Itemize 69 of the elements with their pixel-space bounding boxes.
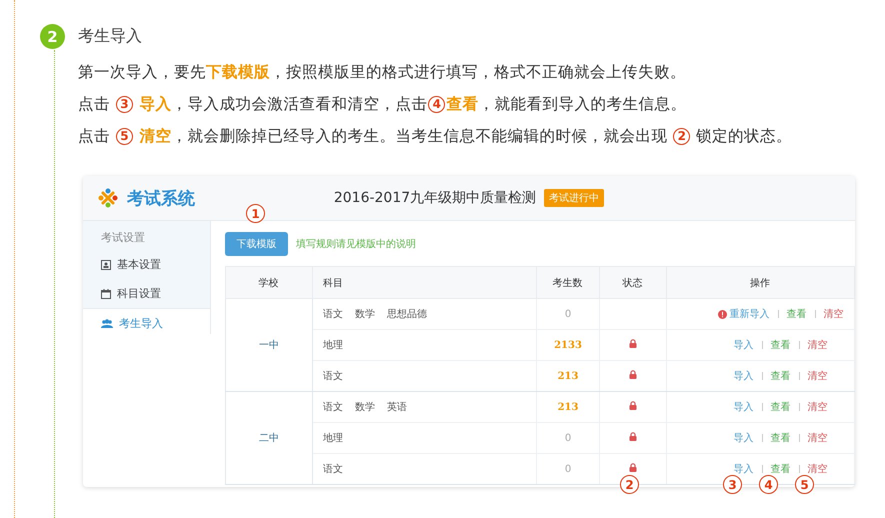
lock-icon — [629, 401, 637, 410]
view-link[interactable]: 查看 — [770, 400, 790, 414]
import-link[interactable]: 导入 — [734, 369, 754, 383]
clear-link[interactable]: 清空 — [808, 462, 828, 476]
clear-link[interactable]: 清空 — [808, 338, 828, 352]
sidebar-item[interactable]: 考生导入 — [83, 308, 210, 338]
column-header: 学校 — [226, 266, 312, 298]
subject-text: 语文 — [323, 309, 343, 320]
school-cell: 一中 — [226, 298, 312, 392]
student-count: 213 — [558, 402, 578, 412]
brand-name: 考试系统 — [127, 188, 195, 210]
sidebar-item[interactable]: 基本设置 — [83, 250, 210, 279]
subject-text: 数学 — [355, 309, 375, 320]
column-header: 科目 — [312, 266, 536, 298]
column-header: 考生数 — [536, 266, 600, 298]
clear-link[interactable]: 清空 — [808, 431, 828, 445]
subject-text: 语文 — [323, 371, 343, 382]
calendar-icon — [101, 288, 111, 298]
student-count: 213 — [558, 370, 578, 382]
lock-icon — [629, 370, 637, 379]
id-card-icon — [101, 260, 111, 270]
clear-link[interactable]: 清空 — [824, 307, 844, 321]
lock-icon — [629, 339, 637, 348]
instruction-text: 第一次导入，要先下载模版，按照模版里的格式进行填写，格式不正确就会上传失败。 — [78, 62, 687, 83]
callout-number: 4 — [759, 475, 778, 494]
callout-number: 3 — [723, 475, 742, 494]
subject-text: 语文 — [323, 402, 343, 413]
error-icon — [718, 310, 726, 318]
import-link[interactable]: 导入 — [734, 462, 754, 476]
step-number: 2 — [40, 24, 65, 49]
column-header: 操作 — [666, 266, 854, 298]
student-count: 2133 — [554, 340, 582, 350]
lock-icon — [629, 432, 637, 441]
status-badge: 考试进行中 — [544, 189, 604, 207]
view-link[interactable]: 查看 — [770, 338, 790, 352]
view-link[interactable]: 查看 — [770, 462, 790, 476]
import-link[interactable]: 导入 — [734, 338, 754, 352]
step-title: 考生导入 — [78, 26, 142, 47]
import-link[interactable]: 导入 — [734, 431, 754, 445]
school-cell: 二中 — [226, 392, 312, 484]
subject-text: 英语 — [387, 402, 407, 413]
subject-text: 数学 — [355, 402, 375, 413]
logo-icon — [97, 187, 119, 209]
lock-icon — [629, 463, 637, 472]
view-link[interactable]: 查看 — [770, 369, 790, 383]
student-count: 0 — [564, 432, 572, 444]
instruction-text: 点击 5 清空，就会删除掉已经导入的考生。当考生信息不能编辑的时候，就会出现 2 锁定的状态。 — [78, 126, 794, 147]
users-icon — [101, 318, 113, 328]
import-link[interactable]: 重新导入 — [730, 307, 770, 321]
sidebar-item[interactable]: 科目设置 — [83, 279, 210, 308]
download-template-button[interactable]: 下载模版 — [225, 232, 288, 256]
callout-number: 2 — [620, 475, 639, 494]
view-link[interactable]: 查看 — [786, 307, 806, 321]
student-count: 0 — [564, 464, 572, 474]
column-header: 状态 — [600, 266, 666, 298]
subject-text: 地理 — [323, 340, 343, 351]
view-link[interactable]: 查看 — [770, 431, 790, 445]
clear-link[interactable]: 清空 — [808, 369, 828, 383]
exam-title: 2016-2017九年级期中质量检测 — [334, 189, 536, 207]
callout-number: 5 — [795, 475, 814, 494]
subject-text: 思想品德 — [387, 309, 427, 320]
hint-text: 填写规则请见模版中的说明 — [296, 238, 416, 250]
subject-text: 语文 — [323, 464, 343, 475]
import-link[interactable]: 导入 — [734, 400, 754, 414]
subject-text: 地理 — [323, 433, 343, 444]
sidebar-heading: 考试设置 — [101, 231, 145, 244]
clear-link[interactable]: 清空 — [808, 400, 828, 414]
instruction-text: 点击 3 导入，导入成功会激活查看和清空，点击 4 查看，就能看到导入的考生信息。 — [78, 94, 688, 115]
student-count: 0 — [564, 308, 572, 320]
